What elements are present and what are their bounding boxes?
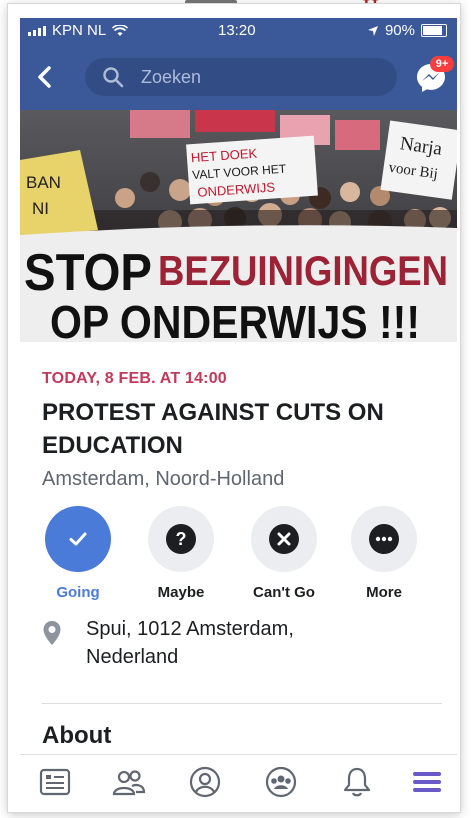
event-title: PROTEST AGAINST CUTS ON EDUCATION [42, 399, 384, 459]
notifications-icon[interactable] [340, 765, 374, 799]
search-input[interactable] [139, 65, 383, 89]
sign-text-ni: NI [32, 199, 49, 218]
banner-op-onderwijs: OP ONDERWIJS !!! [50, 296, 420, 342]
photo-frame: KPN NL 13:20 90% 9+ [8, 4, 460, 812]
address-line-2: Nederland [86, 646, 179, 668]
maybe-label: Maybe [157, 584, 205, 601]
back-arrow-icon[interactable] [30, 62, 60, 92]
phone-screen: KPN NL 13:20 90% 9+ [20, 18, 457, 808]
sign-text-ban: BAN [26, 173, 61, 192]
event-cover-photo[interactable]: BAN NI HET DOEK VALT VOOR HET ONDERWIJS … [20, 110, 457, 342]
friends-icon[interactable] [112, 765, 146, 799]
maybe-button[interactable]: ? Maybe [145, 506, 217, 601]
section-divider [42, 703, 442, 704]
event-location[interactable]: Amsterdam, Noord-Holland [42, 468, 284, 491]
protest-photo: BAN NI HET DOEK VALT VOOR HET ONDERWIJS … [20, 110, 457, 342]
banner-stop: STOP [24, 244, 152, 302]
battery-icon [421, 24, 447, 37]
location-pin-icon [43, 621, 61, 645]
question-icon: ? [166, 524, 196, 554]
check-icon [69, 532, 87, 546]
wifi-icon [112, 24, 129, 36]
address-line-1: Spui, 1012 Amsterdam, [86, 618, 294, 640]
status-bar: KPN NL 13:20 90% [20, 18, 457, 44]
groups-icon[interactable] [264, 765, 298, 799]
location-arrow-icon [367, 25, 378, 36]
search-icon [103, 67, 124, 88]
going-button[interactable]: Going [42, 506, 114, 601]
bottom-tab-bar [20, 754, 457, 808]
signal-icon [28, 25, 46, 36]
messenger-badge: 9+ [430, 56, 454, 72]
battery-percent: 90% [384, 22, 415, 39]
app-header: KPN NL 13:20 90% 9+ [20, 18, 457, 110]
svg-text:?: ? [176, 529, 187, 549]
about-heading: About [42, 722, 112, 749]
more-label: More [366, 584, 402, 601]
more-icon [369, 524, 399, 554]
profile-icon[interactable] [188, 765, 222, 799]
carrier-name: KPN NL [52, 22, 107, 39]
search-bar[interactable] [85, 58, 397, 96]
banner-bezuinigingen: BEZUINIGINGEN [158, 247, 448, 294]
cant-go-button[interactable]: Can't Go [248, 506, 320, 601]
more-button[interactable]: More [348, 506, 420, 601]
event-date: TODAY, 8 FEB. AT 14:00 [42, 370, 227, 387]
rsvp-actions: Going ? Maybe Can't Go More [42, 506, 442, 606]
menu-icon[interactable] [410, 765, 444, 799]
cant-go-label: Can't Go [253, 584, 315, 601]
status-time: 13:20 [218, 22, 256, 39]
going-label: Going [56, 584, 100, 601]
x-icon [269, 524, 299, 554]
news-feed-icon[interactable] [38, 765, 72, 799]
